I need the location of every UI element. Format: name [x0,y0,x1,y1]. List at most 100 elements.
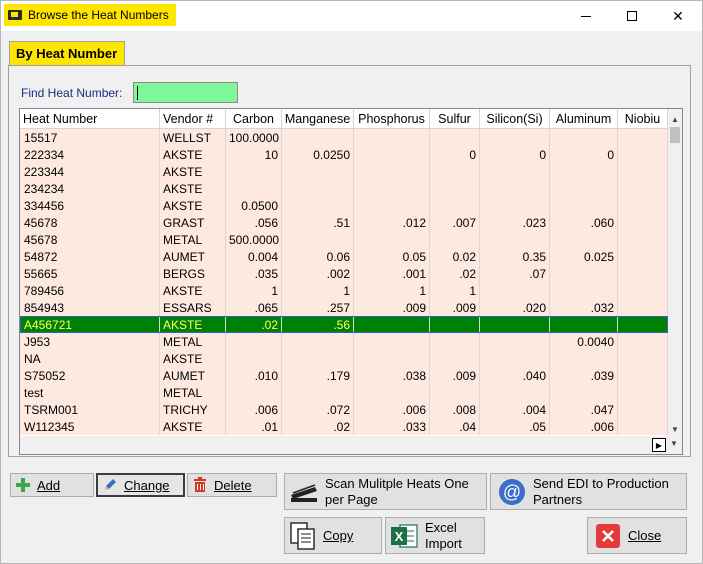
title-chip: Browse the Heat Numbers [4,4,176,26]
trash-icon [192,477,208,493]
table-row[interactable]: test METAL [20,384,668,401]
add-button[interactable]: Add [10,473,94,497]
table-cell [618,401,668,418]
table-cell: 0.05 [354,248,430,265]
table-cell: .257 [282,299,354,316]
table-cell [480,350,550,367]
excel-import-button[interactable]: X Excel Import [385,517,485,554]
table-cell [550,265,618,282]
table-row[interactable]: 222334 AKSTE 10 0.0250 0 0 0 [20,146,668,163]
close-icon: ✕ [672,7,684,24]
send-edi-button[interactable]: @ Send EDI to Production Partners [490,473,687,510]
table-cell: .040 [480,367,550,384]
table-cell [480,180,550,197]
column-header[interactable]: Aluminum [550,109,618,129]
table-cell: 10 [226,146,282,163]
grid-body[interactable]: 15517 WELLST 100.0000 222334 AKSTE 10 0.0250 0 0… [20,129,668,436]
table-cell: .01 [226,418,282,435]
table-cell: 45678 [20,214,160,231]
app-icon [8,10,22,20]
heat-numbers-grid[interactable]: Heat Number Vendor # Carbon Manganese Phosph… [19,108,683,455]
table-cell [430,163,480,180]
maximize-button[interactable] [609,1,655,31]
table-row[interactable]: 223344 AKSTE [20,163,668,180]
column-header[interactable]: Heat Number [20,109,160,129]
table-cell [282,129,354,146]
table-row[interactable]: 15517 WELLST 100.0000 [20,129,668,146]
scroll-down-icon[interactable]: ▼ [668,422,682,436]
table-row[interactable]: A456721 AKSTE .02.56 [20,316,668,333]
table-row[interactable]: 334456 AKSTE 0.0500 [20,197,668,214]
column-header[interactable]: Sulfur [430,109,480,129]
table-cell: .032 [550,299,618,316]
table-cell: A456721 [20,316,160,333]
excel-import-label: Excel Import [425,519,462,551]
vertical-scrollbar[interactable]: ▲ ▼ [668,109,682,436]
table-row[interactable]: W112345 AKSTE .01.02.033.04.05.006 [20,418,668,435]
table-row[interactable]: S75052 AUMET .010.179.038.009.040.039 [20,367,668,384]
change-button[interactable]: Change [96,473,185,497]
horizontal-scrollbar[interactable]: ▶ [20,436,668,454]
table-cell [550,231,618,248]
table-cell [618,146,668,163]
table-cell: AKSTE [160,197,226,214]
excel-icon: X [389,521,419,551]
table-cell: 1 [282,282,354,299]
column-header[interactable]: Niobiu [618,109,668,129]
close-button[interactable]: Close [587,517,687,554]
table-cell: BERGS [160,265,226,282]
delete-button-label: Delete [214,477,252,493]
table-row[interactable]: 45678 METAL 500.0000 [20,231,668,248]
column-header[interactable]: Manganese [282,109,354,129]
scroll-down-icon-bottom[interactable]: ▼ [670,439,678,448]
table-cell [226,350,282,367]
table-row[interactable]: 789456 AKSTE 1 1 1 1 [20,282,668,299]
table-cell [354,350,430,367]
send-edi-label: Send EDI to Production Partners [533,475,669,507]
delete-button[interactable]: Delete [187,473,277,497]
scroll-right-icon[interactable]: ▶ [652,438,666,452]
table-cell [430,129,480,146]
table-cell [430,197,480,214]
column-header[interactable]: Vendor # [160,109,226,129]
table-cell: W112345 [20,418,160,435]
table-cell: .002 [282,265,354,282]
maximize-icon [627,11,637,21]
table-row[interactable]: NA AKSTE [20,350,668,367]
scroll-up-icon[interactable]: ▲ [668,112,682,126]
table-cell: 45678 [20,231,160,248]
table-cell: .02 [226,316,282,333]
table-row[interactable]: 55665 BERGS .035.002.001.02.07 [20,265,668,282]
table-cell: .020 [480,299,550,316]
table-row[interactable]: 54872 AUMET 0.004 0.06 0.05 0.02 0.35 0.025 [20,248,668,265]
table-cell: AKSTE [160,350,226,367]
tab-panel: Find Heat Number: Heat Number Vendor # Car… [8,65,691,457]
table-cell [354,163,430,180]
table-cell [282,197,354,214]
table-cell: .009 [354,299,430,316]
table-row[interactable]: TSRM001 TRICHY .006.072.006.008.004.047 [20,401,668,418]
table-cell [354,180,430,197]
table-cell: .023 [480,214,550,231]
column-header[interactable]: Phosphorus [354,109,430,129]
table-row[interactable]: 234234 AKSTE [20,180,668,197]
column-header[interactable]: Silicon(Si) [480,109,550,129]
find-heat-number-input[interactable] [133,82,238,103]
table-cell [430,180,480,197]
table-cell: J953 [20,333,160,350]
title-bar: Browse the Heat Numbers ✕ [1,1,702,31]
table-cell: 54872 [20,248,160,265]
table-cell [480,129,550,146]
close-window-button[interactable]: ✕ [655,1,701,31]
tab-by-heat-number[interactable]: By Heat Number [9,41,125,65]
copy-button[interactable]: Copy [284,517,382,554]
scroll-thumb[interactable] [670,127,680,143]
minimize-button[interactable] [563,1,609,31]
column-header[interactable]: Carbon [226,109,282,129]
scan-multiple-heats-button[interactable]: Scan Mulitple Heats One per Page [284,473,487,510]
table-row[interactable]: J953 METAL 0.0040 [20,333,668,350]
table-cell: .02 [282,418,354,435]
table-cell [618,350,668,367]
table-row[interactable]: 45678 GRAST .056.51.012.007.023.060 [20,214,668,231]
table-row[interactable]: 854943 ESSARS .065.257.009.009.020.032 [20,299,668,316]
